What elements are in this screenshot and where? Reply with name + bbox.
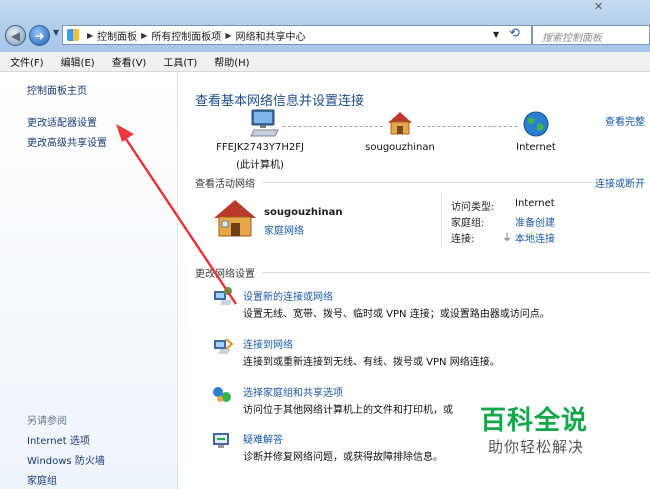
- network-type-link[interactable]: 家庭网络: [264, 222, 304, 237]
- window-title: [470, 2, 570, 16]
- menu-help[interactable]: 帮助(H): [204, 54, 256, 69]
- computer-icon[interactable]: [248, 108, 280, 138]
- sidebar-link-internet-options[interactable]: Internet 选项: [27, 432, 90, 447]
- breadcrumb-chevron-icon[interactable]: ▶: [225, 31, 231, 40]
- connect-disconnect-link[interactable]: 连接或断开: [595, 175, 645, 190]
- sidebar-link-control-panel-home[interactable]: 控制面板主页: [27, 82, 87, 97]
- see-full-map-link[interactable]: 查看完整: [605, 113, 645, 128]
- vertical-divider: [441, 193, 442, 247]
- breadcrumb-control-panel[interactable]: 控制面板: [97, 28, 137, 43]
- home-network-icon[interactable]: [386, 110, 414, 136]
- page-title: 查看基本网络信息并设置连接: [195, 94, 365, 109]
- task-troubleshoot[interactable]: 疑难解答: [243, 431, 283, 446]
- new-connection-icon: [214, 287, 232, 305]
- task-desc: 连接到或重新连接到无线、有线、拨号或 VPN 网络连接。: [243, 357, 500, 368]
- ethernet-plug-icon: ⏚: [502, 233, 512, 244]
- see-also-heading: 另请参阅: [27, 416, 67, 427]
- this-computer-label: (此计算机): [236, 160, 284, 171]
- map-link-line: [283, 126, 383, 127]
- menu-file[interactable]: 文件(F): [0, 54, 51, 69]
- network-name-label: sougouzhinan: [365, 142, 435, 153]
- house-icon: [214, 200, 256, 237]
- sidebar-link-change-adapter-settings[interactable]: 更改适配器设置: [27, 114, 97, 129]
- active-networks-heading: 查看活动网络: [195, 179, 255, 190]
- change-settings-heading: 更改网络设置: [195, 269, 255, 280]
- troubleshoot-icon: [213, 433, 229, 448]
- menu-tools[interactable]: 工具(T): [153, 54, 204, 69]
- task-desc: 设置无线、宽带、拨号、临时或 VPN 连接；或设置路由器或访问点。: [243, 309, 550, 320]
- access-type-label: 访问类型:: [451, 202, 495, 213]
- breadcrumb-network-center[interactable]: 网络和共享中心: [235, 28, 305, 43]
- section-divider: [262, 272, 650, 273]
- task-desc: 访问位于其他网络计算机上的文件和打印机，或: [243, 405, 453, 416]
- back-button[interactable]: ◀: [5, 25, 26, 46]
- sidebar-link-advanced-sharing[interactable]: 更改高级共享设置: [27, 134, 107, 149]
- internet-globe-icon[interactable]: [522, 110, 550, 138]
- recent-pages-chevron-icon[interactable]: ▼: [53, 28, 59, 37]
- breadcrumb-chevron-icon[interactable]: ▶: [87, 31, 93, 40]
- address-bar[interactable]: ▶ 控制面板 ▶ 所有控制面板项 ▶ 网络和共享中心: [62, 25, 532, 45]
- search-placeholder: 搜索控制面板: [542, 33, 602, 44]
- homegroup-label: 家庭组:: [451, 218, 485, 229]
- watermark-subtitle: 助你轻松解决: [488, 438, 585, 456]
- access-type-value: Internet: [515, 198, 555, 209]
- breadcrumb-chevron-icon[interactable]: ▶: [141, 31, 147, 40]
- watermark-title: 百科全说: [480, 406, 589, 436]
- address-dropdown-icon[interactable]: ▼: [493, 30, 499, 39]
- forward-button[interactable]: ➜: [29, 25, 50, 46]
- task-homegroup-sharing[interactable]: 选择家庭组和共享选项: [243, 384, 343, 399]
- breadcrumb-all-items[interactable]: 所有控制面板项: [151, 28, 221, 43]
- internet-label: Internet: [516, 142, 556, 153]
- menu-edit[interactable]: 编辑(E): [51, 54, 102, 69]
- control-panel-icon: [67, 29, 79, 41]
- close-icon[interactable]: ✕: [594, 0, 603, 13]
- map-link-line: [417, 126, 517, 127]
- local-connection-link[interactable]: 本地连接: [515, 230, 555, 245]
- sidebar-link-windows-firewall[interactable]: Windows 防火墙: [27, 452, 105, 467]
- connect-network-icon: [214, 338, 233, 354]
- refresh-icon[interactable]: ⟲: [509, 26, 520, 41]
- computer-name-label: FFEJK2743Y7H2FJ: [216, 142, 304, 153]
- section-divider: [262, 182, 592, 183]
- sidebar-link-homegroup[interactable]: 家庭组: [27, 472, 57, 487]
- connection-label: 连接:: [451, 234, 475, 245]
- menu-view[interactable]: 查看(V): [102, 54, 154, 69]
- task-desc: 诊断并修复网络问题，或获得故障排除信息。: [243, 452, 443, 463]
- homegroup-sharing-icon: [213, 387, 231, 402]
- task-connect-to-network[interactable]: 连接到网络: [243, 336, 293, 351]
- active-network-name: sougouzhinan: [264, 207, 343, 218]
- task-setup-new-connection[interactable]: 设置新的连接或网络: [243, 288, 333, 303]
- menu-bar: 文件(F) 编辑(E) 查看(V) 工具(T) 帮助(H): [0, 52, 650, 72]
- homegroup-link[interactable]: 准备创建: [515, 214, 555, 229]
